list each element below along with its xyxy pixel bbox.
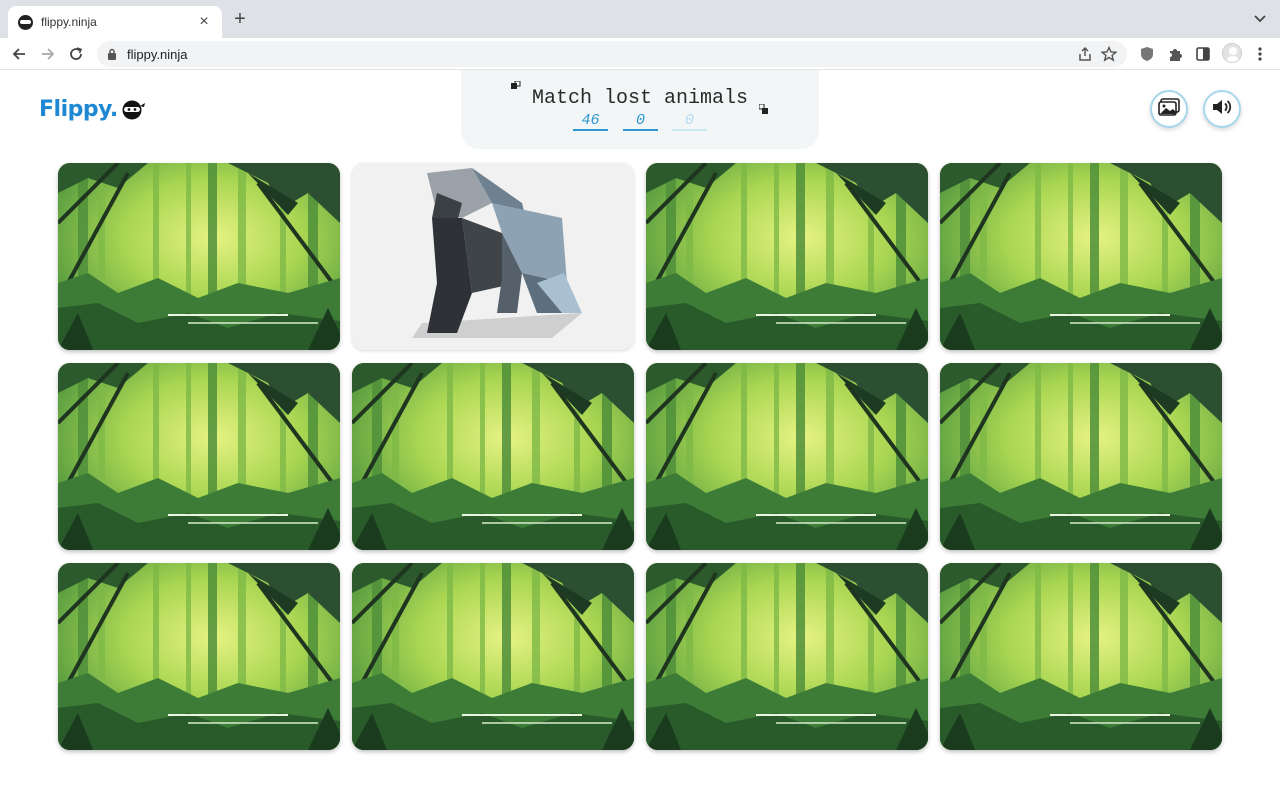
memory-card[interactable]: [646, 563, 928, 750]
browser-tab[interactable]: flippy.ninja ×: [8, 6, 222, 38]
jungle-card-back-image: [940, 363, 1222, 550]
memory-card[interactable]: [940, 363, 1222, 550]
new-tab-button[interactable]: +: [230, 9, 250, 29]
jungle-card-back-image: [646, 363, 928, 550]
gorilla-image: [412, 168, 582, 338]
more-menu-icon[interactable]: [1249, 43, 1271, 65]
puzzle-piece-icon: [758, 101, 769, 114]
shield-extension-icon[interactable]: [1136, 43, 1158, 65]
memory-card[interactable]: [940, 563, 1222, 750]
tab-close-icon[interactable]: ×: [196, 14, 212, 30]
browser-toolbar: flippy.ninja: [0, 38, 1280, 70]
reload-icon[interactable]: [65, 43, 87, 65]
memory-card[interactable]: [646, 363, 928, 550]
matches-counter: 0: [623, 112, 658, 131]
memory-card[interactable]: [646, 163, 928, 350]
site-favicon-icon: [18, 14, 33, 30]
flippy-logo[interactable]: Flippy.: [39, 94, 146, 124]
memory-card[interactable]: [940, 163, 1222, 350]
memory-card[interactable]: [58, 163, 340, 350]
image-icon: [1158, 97, 1180, 121]
lock-icon[interactable]: [107, 48, 117, 60]
memory-card[interactable]: [58, 363, 340, 550]
card-grid: [58, 163, 1222, 750]
tab-strip: flippy.ninja × +: [0, 0, 1280, 38]
profile-avatar[interactable]: [1222, 43, 1242, 63]
logo-text: Flippy.: [39, 96, 118, 122]
ninja-mascot-icon: [120, 98, 146, 120]
moves-counter: 46: [573, 112, 608, 131]
share-icon[interactable]: [1077, 46, 1093, 67]
speaker-icon: [1211, 98, 1233, 121]
jungle-card-back-image: [58, 363, 340, 550]
jungle-card-back-image: [352, 563, 634, 750]
memory-card-revealed[interactable]: [352, 163, 634, 350]
sound-toggle-button[interactable]: [1203, 90, 1241, 128]
url-text: flippy.ninja: [127, 46, 188, 62]
memory-card[interactable]: [58, 563, 340, 750]
jungle-card-back-image: [646, 563, 928, 750]
jungle-card-back-image: [58, 163, 340, 350]
memory-card[interactable]: [352, 563, 634, 750]
tab-search-chevron-icon[interactable]: [1252, 10, 1268, 26]
jungle-card-back-image: [940, 563, 1222, 750]
theme-image-button[interactable]: [1150, 90, 1188, 128]
jungle-card-back-image: [352, 363, 634, 550]
memory-card[interactable]: [352, 363, 634, 550]
jungle-card-back-image: [940, 163, 1222, 350]
back-arrow-icon[interactable]: [8, 43, 30, 65]
forward-arrow-icon[interactable]: [37, 43, 59, 65]
jungle-card-back-image: [646, 163, 928, 350]
puzzle-extensions-icon[interactable]: [1164, 43, 1186, 65]
address-bar[interactable]: flippy.ninja: [97, 41, 1127, 67]
errors-counter: 0: [672, 112, 707, 131]
tab-title: flippy.ninja: [41, 15, 97, 29]
score-panel: Match lost animals 46 0 0: [461, 70, 819, 149]
bookmark-star-icon[interactable]: [1100, 45, 1118, 67]
side-panel-icon[interactable]: [1192, 43, 1214, 65]
jungle-card-back-image: [58, 563, 340, 750]
